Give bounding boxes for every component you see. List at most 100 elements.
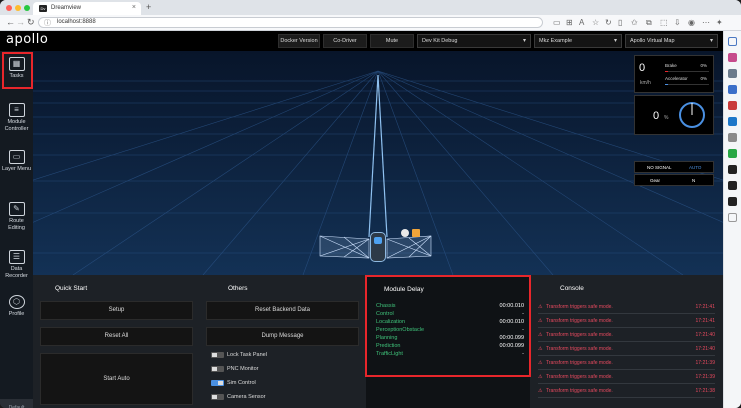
default-routing-button[interactable]: Default Routing <box>0 399 33 408</box>
sim-control-label: Sim Control <box>227 380 256 386</box>
warning-icon: ⚠ <box>538 304 543 310</box>
console-entry: ⚠ Transform triggers safe mode. 17:21:39 <box>538 371 715 384</box>
steering-value: 0 <box>653 110 660 122</box>
console-time: 17:21:39 <box>695 374 715 380</box>
gear-panel: Gear N <box>634 174 714 186</box>
module-delay-value: - <box>522 327 524 333</box>
sidebar-item-route-editing[interactable]: ✎ Route Editing <box>0 196 33 236</box>
shopping-icon[interactable] <box>728 53 737 62</box>
scene-view[interactable] <box>33 51 723 275</box>
sidebar-item-label: Route Editing <box>8 218 25 231</box>
browser-tab[interactable]: Dv Dreamview × <box>33 2 141 15</box>
profile-icon: ⬡ <box>8 295 25 309</box>
mode-select[interactable]: Dev Kit Debug ▾ <box>417 34 531 48</box>
refresh-icon[interactable]: ↻ <box>27 17 35 28</box>
pnc-monitor-toggle[interactable] <box>211 366 224 372</box>
sidebar-item-layer-menu[interactable]: ▭ Layer Menu <box>0 144 33 184</box>
reset-all-button[interactable]: Reset All <box>40 327 193 346</box>
screen-icon[interactable]: ▭ <box>553 18 561 27</box>
ego-vehicle <box>370 232 386 262</box>
refresh-alt-icon[interactable]: ↻ <box>605 18 612 27</box>
speed-panel: 0 km/h Brake 0% Accelerator 0% <box>634 55 714 93</box>
chevron-down-icon: ▾ <box>613 38 617 44</box>
tree-icon[interactable] <box>728 149 737 158</box>
dreamview-app: apollo Docker Version Co-Driver Mute Dev… <box>0 31 723 408</box>
app-icon-3[interactable] <box>728 197 737 206</box>
maximize-window-button[interactable] <box>24 5 30 11</box>
dreamview-favicon-icon: Dv <box>39 5 47 12</box>
camera-sensor-toggle[interactable] <box>211 394 224 400</box>
grid-icon[interactable]: ⊞ <box>566 18 573 27</box>
sidebar-item-data-recorder[interactable]: ☰ Data Recorder <box>0 244 33 284</box>
add-app-icon[interactable] <box>728 213 737 222</box>
scenario-select[interactable]: Mkz Example ▾ <box>534 34 622 48</box>
copilot-icon[interactable]: ✦ <box>716 18 723 27</box>
map-select[interactable]: Apollo Virtual Map ▾ <box>625 34 718 48</box>
apollo-logo: apollo <box>6 32 49 47</box>
profile-avatar-icon[interactable]: ◉ <box>688 18 695 27</box>
speed-value: 0 <box>639 62 646 74</box>
module-name: TrafficLight <box>376 351 403 357</box>
console-entry: ⚠ Transform triggers safe mode. 17:21:38 <box>538 385 715 398</box>
console-title: Console <box>560 285 584 292</box>
forward-icon[interactable]: → <box>16 17 25 27</box>
tab-close-icon[interactable]: × <box>132 4 136 11</box>
search-icon[interactable] <box>728 37 737 46</box>
driving-mode-label: AUTO <box>689 165 702 170</box>
warning-icon: ⚠ <box>538 374 543 380</box>
minimize-window-button[interactable] <box>15 5 21 11</box>
data-recorder-icon: ☰ <box>8 250 25 264</box>
url-text: localhost:8888 <box>57 19 96 25</box>
site-info-icon[interactable]: ⓘ <box>44 18 51 28</box>
lock-task-panel-label: Lock Task Panel <box>227 352 267 358</box>
close-window-button[interactable] <box>6 5 12 11</box>
split-screen-icon[interactable]: ▯ <box>618 18 622 27</box>
office-icon[interactable] <box>728 101 737 110</box>
more-menu-icon[interactable]: ⋯ <box>702 18 710 27</box>
back-icon[interactable]: ← <box>6 17 15 27</box>
new-tab-button[interactable]: + <box>146 2 151 12</box>
sidebar-item-label: Module Controller <box>4 119 29 132</box>
downloads-icon[interactable]: ⇩ <box>674 18 681 27</box>
co-driver-button[interactable]: Co-Driver <box>323 34 367 48</box>
task-panel: Quick Start Setup Reset All Start Auto O… <box>33 275 723 408</box>
collections-icon[interactable]: ⧉ <box>646 18 652 28</box>
extensions-icon[interactable]: ⬚ <box>660 18 668 27</box>
games-icon[interactable] <box>728 85 737 94</box>
setup-button[interactable]: Setup <box>40 301 193 320</box>
sim-control-toggle[interactable] <box>211 380 224 386</box>
sidebar-item-profile[interactable]: ⬡ Profile <box>0 289 33 329</box>
start-auto-button[interactable]: Start Auto <box>40 353 193 405</box>
tools-icon[interactable] <box>728 69 737 78</box>
dump-message-button[interactable]: Dump Message <box>206 327 359 346</box>
top-navigation: apollo Docker Version Co-Driver Mute Dev… <box>0 31 723 51</box>
app-icon[interactable] <box>728 165 737 174</box>
read-aloud-icon[interactable]: A <box>579 18 584 27</box>
brake-label: Brake <box>665 63 677 68</box>
module-delay-row: Localization 00:00.010 <box>376 319 526 327</box>
module-delay-value: 00:00.099 <box>499 335 524 341</box>
outlook-icon[interactable] <box>728 117 737 126</box>
quick-start-title: Quick Start <box>55 285 88 292</box>
console-time: 17:21:38 <box>695 388 715 394</box>
signal-label: NO SIGNAL <box>647 165 672 170</box>
docker-version-button[interactable]: Docker Version <box>278 34 320 48</box>
lock-task-panel-toggle[interactable] <box>211 352 224 358</box>
mode-select-value: Dev Kit Debug <box>422 38 458 44</box>
console-time: 17:21:40 <box>695 346 715 352</box>
console-entry: ⚠ Transform triggers safe mode. 17:21:39 <box>538 357 715 370</box>
warning-icon: ⚠ <box>538 360 543 366</box>
console-entry: ⚠ Transform triggers safe mode. 17:21:40 <box>538 343 715 356</box>
sidebar-item-module-controller[interactable]: ≡ Module Controller <box>0 97 33 137</box>
mute-button[interactable]: Mute <box>370 34 414 48</box>
reset-backend-data-button[interactable]: Reset Backend Data <box>206 301 359 320</box>
module-delay-title: Module Delay <box>384 286 424 293</box>
warning-icon: ⚠ <box>538 388 543 394</box>
app-icon-2[interactable] <box>728 181 737 190</box>
console-message: Transform triggers safe mode. <box>546 374 613 380</box>
favorite-star-icon[interactable]: ☆ <box>592 18 599 27</box>
browser-window: Dv Dreamview × + ← → ↻ ⓘ localhost:8888 … <box>0 0 741 408</box>
favorites-icon[interactable]: ✩ <box>631 18 638 27</box>
url-field[interactable]: ⓘ localhost:8888 <box>38 17 543 28</box>
drop-icon[interactable] <box>728 133 737 142</box>
